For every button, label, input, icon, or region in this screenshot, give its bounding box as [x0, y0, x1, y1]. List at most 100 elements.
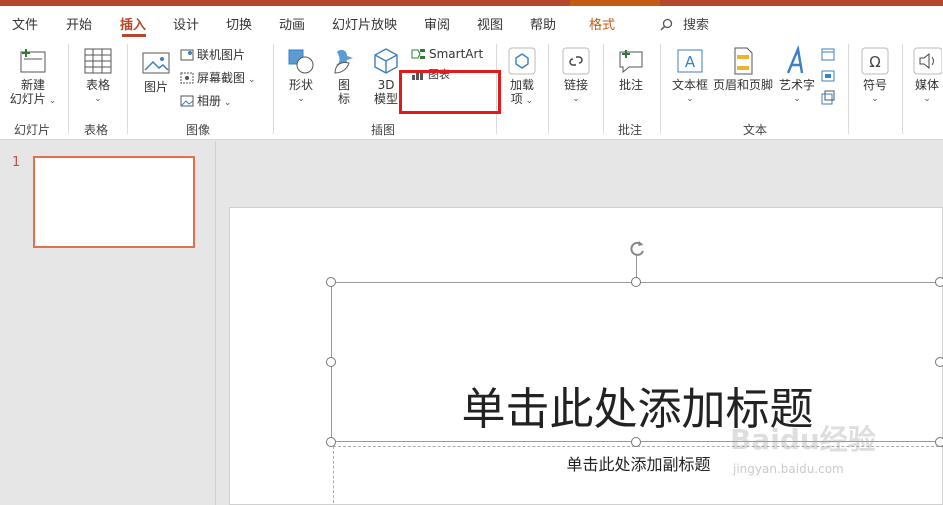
object-icon[interactable] — [820, 90, 836, 110]
3d-model-label-1: 3D — [377, 78, 395, 92]
speaker-icon — [913, 47, 942, 75]
search-box[interactable]: 搜索 — [660, 14, 709, 33]
tab-insert[interactable]: 插入 — [120, 14, 146, 33]
resize-handle[interactable] — [935, 357, 943, 367]
media-label: 媒体 — [914, 78, 939, 92]
media-button[interactable]: 媒体 ⌄ — [911, 46, 943, 106]
link-button[interactable]: 链接 ⌄ — [559, 46, 593, 106]
tab-transitions[interactable]: 切换 — [226, 14, 252, 33]
slide-number: 1 — [12, 155, 21, 170]
rotate-handle-icon[interactable] — [626, 238, 648, 260]
watermark-url: jingyan.baidu.com — [733, 462, 844, 476]
new-slide-label-1: 新建 — [20, 78, 45, 92]
online-picture-icon — [180, 49, 194, 61]
link-label: 链接 — [563, 78, 588, 92]
group-divider — [548, 44, 549, 134]
svg-text:Ω: Ω — [869, 53, 880, 71]
new-slide-icon — [20, 49, 46, 73]
online-picture-button[interactable]: 联机图片 — [180, 46, 245, 64]
slide-canvas[interactable]: 单击此处添加标题 单击此处添加副标题 — [229, 207, 943, 505]
tab-slideshow[interactable]: 幻灯片放映 — [332, 14, 397, 33]
resize-handle[interactable] — [326, 357, 336, 367]
tab-animations[interactable]: 动画 — [279, 14, 305, 33]
chevron-down-icon: ⌄ — [522, 96, 534, 106]
group-label-comments: 批注 — [618, 123, 643, 137]
tab-home[interactable]: 开始 — [66, 14, 92, 33]
icons-button[interactable]: 图 标 — [327, 46, 361, 106]
tab-design[interactable]: 设计 — [173, 14, 199, 33]
smartart-label: SmartArt — [429, 47, 484, 61]
album-button[interactable]: 相册 ⌄ — [180, 92, 231, 110]
comment-button[interactable]: 批注 — [614, 46, 648, 92]
wordart-button[interactable]: 艺术字 ⌄ — [777, 46, 817, 106]
resize-handle[interactable] — [935, 277, 943, 287]
picture-label: 图片 — [143, 80, 168, 94]
icons-label-1: 图 — [337, 78, 350, 92]
chevron-down-icon: ⌄ — [221, 98, 232, 108]
comment-icon — [619, 50, 643, 74]
group-label-images: 图像 — [186, 123, 211, 137]
search-label: 搜索 — [683, 18, 710, 33]
resize-handle[interactable] — [326, 277, 336, 287]
screenshot-button[interactable]: 屏幕截图 ⌄ — [180, 69, 255, 87]
icons-label-2: 标 — [337, 92, 350, 106]
group-divider — [660, 44, 661, 134]
tab-file[interactable]: 文件 — [12, 14, 38, 33]
picture-button[interactable]: 图片 — [138, 50, 174, 94]
table-icon — [84, 48, 112, 74]
symbol-button[interactable]: Ω 符号 ⌄ — [858, 46, 892, 106]
group-label-illustrations: 插图 — [371, 123, 396, 137]
resize-handle[interactable] — [935, 437, 943, 447]
chevron-down-icon: ⌄ — [871, 94, 879, 104]
online-picture-label: 联机图片 — [197, 48, 246, 62]
date-time-icon[interactable] — [820, 46, 836, 66]
group-divider — [848, 44, 849, 134]
group-label-slides: 幻灯片 — [14, 123, 51, 137]
group-divider — [68, 44, 69, 134]
addins-button[interactable]: 加载 项 ⌄ — [506, 46, 538, 108]
slide-number-icon[interactable] — [820, 68, 836, 88]
addins-label-1: 加载 — [509, 78, 534, 92]
wordart-icon — [786, 46, 804, 74]
tab-view[interactable]: 视图 — [477, 14, 503, 33]
chevron-down-icon: ⌄ — [572, 94, 580, 104]
active-tab-indicator — [122, 34, 146, 37]
tab-review[interactable]: 审阅 — [424, 14, 450, 33]
comment-label: 批注 — [618, 78, 643, 92]
symbol-label: 符号 — [862, 78, 887, 92]
screenshot-icon — [180, 72, 194, 84]
group-divider — [902, 44, 903, 134]
tab-help[interactable]: 帮助 — [530, 14, 556, 33]
3d-model-button[interactable]: 3D 模型 — [369, 46, 403, 106]
tab-format[interactable]: 格式 — [589, 14, 615, 33]
3d-model-label-2: 模型 — [373, 92, 398, 106]
resize-handle[interactable] — [631, 277, 641, 287]
chevron-down-icon: ⌄ — [94, 94, 102, 104]
smartart-highlight-box — [399, 70, 501, 114]
resize-handle[interactable] — [631, 437, 641, 447]
chevron-down-icon: ⌄ — [245, 75, 256, 85]
chevron-down-icon: ⌄ — [45, 96, 57, 106]
shapes-button[interactable]: 形状 ⌄ — [283, 46, 319, 106]
textbox-button[interactable]: A 文本框 ⌄ — [670, 46, 710, 106]
header-footer-button[interactable]: 页眉和页脚 — [713, 46, 773, 92]
new-slide-button[interactable]: 新建 幻灯片 ⌄ — [8, 46, 58, 108]
resize-handle[interactable] — [326, 437, 336, 447]
header-footer-icon — [734, 47, 753, 75]
omega-icon: Ω — [861, 47, 889, 75]
group-divider — [603, 44, 604, 134]
watermark-logo: Baidu经验 — [730, 423, 876, 456]
powerpoint-window: 文件 开始 插入 设计 切换 动画 幻灯片放映 审阅 视图 帮助 格式 搜索 新… — [0, 0, 943, 505]
svg-text:A: A — [685, 53, 696, 71]
ribbon-insert: 新建 幻灯片 ⌄ 幻灯片 表格 ⌄ 表格 图片 联机图片 屏幕截图 ⌄ 相册 ⌄… — [0, 40, 943, 140]
slide-thumbnail[interactable] — [33, 156, 195, 248]
slide-thumbnail-pane: 1 — [0, 141, 216, 505]
header-footer-label: 页眉和页脚 — [713, 78, 774, 92]
album-icon — [180, 95, 194, 107]
smartart-button[interactable]: SmartArt — [411, 45, 483, 63]
group-label-text: 文本 — [743, 123, 768, 137]
wordart-label: 艺术字 — [778, 78, 815, 92]
smartart-icon — [411, 49, 425, 59]
table-button[interactable]: 表格 ⌄ — [78, 46, 118, 106]
addins-icon — [508, 47, 536, 75]
